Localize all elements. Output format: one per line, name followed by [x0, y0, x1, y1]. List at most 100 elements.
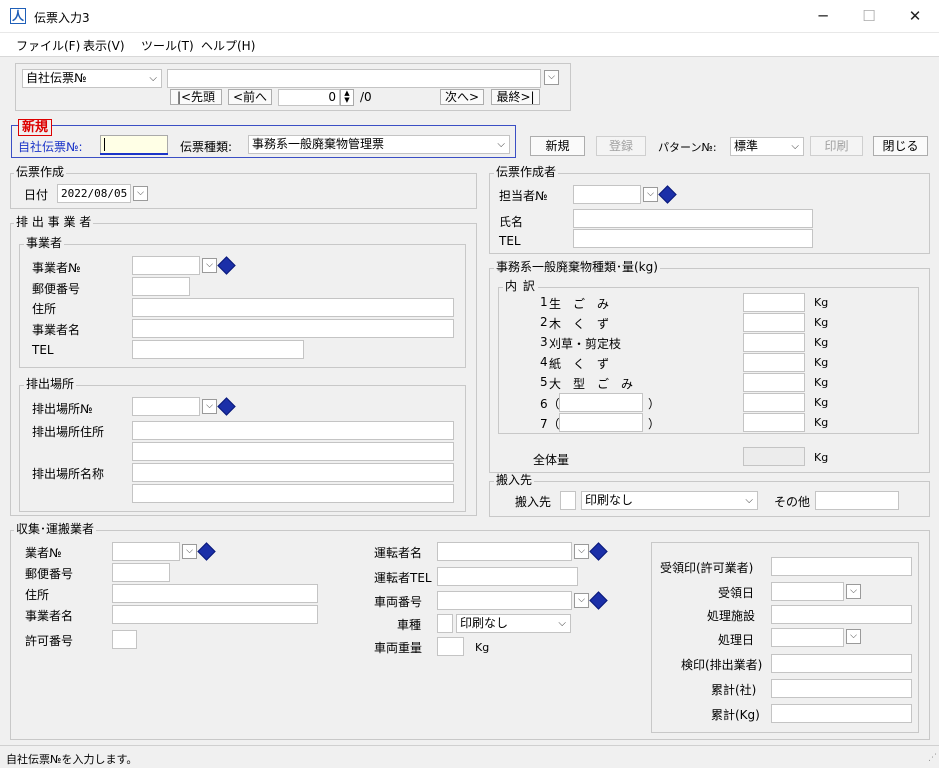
- waste-item-no: 2: [540, 315, 548, 329]
- vehicle-no-dropdown[interactable]: ⌵: [574, 593, 589, 608]
- received-date-dropdown[interactable]: ⌵: [846, 584, 861, 599]
- site-lookup-icon[interactable]: [217, 397, 236, 416]
- site-address-input-1[interactable]: [132, 421, 454, 440]
- creator-name-input[interactable]: [573, 209, 813, 228]
- resize-grip-icon[interactable]: ⋰: [928, 753, 937, 763]
- custom-item-input[interactable]: [743, 413, 805, 432]
- slip-kind-label: 伝票種類:: [180, 140, 233, 154]
- vehicle-weight-input[interactable]: [437, 637, 464, 656]
- vehicle-type-code-input[interactable]: [437, 614, 453, 633]
- slip-type-select[interactable]: 自社伝票№ ⌵: [22, 69, 162, 88]
- business-address-input[interactable]: [132, 298, 454, 317]
- received-date-input[interactable]: [771, 582, 844, 601]
- business-tel-label: TEL: [32, 343, 54, 357]
- business-tel-input[interactable]: [132, 340, 304, 359]
- slip-no-input[interactable]: [100, 135, 168, 154]
- waste-item-unit: Kg: [814, 376, 829, 389]
- business-no-dropdown[interactable]: ⌵: [202, 258, 217, 273]
- permit-input[interactable]: [112, 630, 137, 649]
- chevron-down-icon: ⌵: [791, 141, 799, 152]
- staff-no-dropdown[interactable]: ⌵: [643, 187, 658, 202]
- slip-creation-legend: 伝票作成: [14, 165, 67, 179]
- page-spinner[interactable]: ▲ ▼: [340, 89, 354, 106]
- business-lookup-icon[interactable]: [217, 256, 236, 275]
- waste-item-input[interactable]: [743, 293, 805, 312]
- processed-date-dropdown[interactable]: ⌵: [846, 629, 861, 644]
- custom-item-input[interactable]: [743, 393, 805, 412]
- custom-item-name-input[interactable]: [559, 393, 643, 412]
- seal-input[interactable]: [771, 557, 912, 576]
- date-dropdown[interactable]: ⌵: [133, 186, 148, 201]
- business-name-label: 事業者名: [32, 323, 81, 337]
- transporter-no-dropdown[interactable]: ⌵: [182, 544, 197, 559]
- menu-view[interactable]: 表示(V): [83, 37, 125, 54]
- waste-item-input[interactable]: [743, 313, 805, 332]
- waste-item-no: 1: [540, 295, 548, 309]
- driver-dropdown[interactable]: ⌵: [574, 544, 589, 559]
- site-address-input-2[interactable]: [132, 442, 454, 461]
- business-postal-input[interactable]: [132, 277, 190, 296]
- status-text: 自社伝票№を入力します。: [6, 753, 138, 766]
- inspect-input[interactable]: [771, 654, 912, 673]
- menu-tools[interactable]: ツール(T): [141, 37, 194, 54]
- next-button[interactable]: 次へ>: [440, 89, 484, 105]
- close-window-button[interactable]: ✕: [892, 0, 938, 33]
- waste-item-no: 3: [540, 335, 548, 349]
- other-input[interactable]: [815, 491, 899, 510]
- register-button[interactable]: 登録: [596, 136, 646, 156]
- transporter-name-label: 事業者名: [25, 609, 74, 623]
- business-no-label: 事業者№: [32, 261, 81, 275]
- transporter-no-input[interactable]: [112, 542, 180, 561]
- facility-label: 処理施設: [707, 609, 756, 623]
- driver-lookup-icon[interactable]: [589, 542, 608, 561]
- cumulative-kg-input[interactable]: [771, 704, 912, 723]
- creator-tel-input[interactable]: [573, 229, 813, 248]
- close-button[interactable]: 閉じる: [873, 136, 928, 156]
- print-button[interactable]: 印刷: [810, 136, 863, 156]
- breakdown-legend: 内 訳: [503, 279, 538, 293]
- destination-print-select[interactable]: 印刷なし ⌵: [581, 491, 758, 510]
- pattern-select[interactable]: 標準 ⌵: [730, 137, 804, 156]
- processed-date-input[interactable]: [771, 628, 844, 647]
- vehicle-type-print-select[interactable]: 印刷なし ⌵: [456, 614, 571, 633]
- first-button[interactable]: |<先頭: [170, 89, 222, 105]
- transporter-address-input[interactable]: [112, 584, 318, 603]
- menu-file[interactable]: ファイル(F): [16, 37, 80, 54]
- new-button[interactable]: 新規: [530, 136, 585, 156]
- site-no-input[interactable]: [132, 397, 200, 416]
- site-name-input-2[interactable]: [132, 484, 454, 503]
- staff-no-input[interactable]: [573, 185, 641, 204]
- driver-tel-input[interactable]: [437, 567, 578, 586]
- cumulative-company-input[interactable]: [771, 679, 912, 698]
- site-no-dropdown[interactable]: ⌵: [202, 399, 217, 414]
- transporter-name-input[interactable]: [112, 605, 318, 624]
- waste-item-input[interactable]: [743, 333, 805, 352]
- vehicle-lookup-icon[interactable]: [589, 591, 608, 610]
- maximize-button[interactable]: ☐: [846, 0, 892, 33]
- prev-button[interactable]: <前へ: [228, 89, 272, 105]
- menu-help[interactable]: ヘルプ(H): [201, 37, 255, 54]
- waste-item-input[interactable]: [743, 353, 805, 372]
- mode-title: 新規: [18, 119, 53, 136]
- staff-lookup-icon[interactable]: [658, 185, 677, 204]
- driver-input[interactable]: [437, 542, 572, 561]
- business-name-input[interactable]: [132, 319, 454, 338]
- waste-item-input[interactable]: [743, 373, 805, 392]
- transporter-lookup-icon[interactable]: [197, 542, 216, 561]
- page-number-input[interactable]: 0: [278, 89, 340, 106]
- last-button[interactable]: 最終>|: [491, 89, 540, 105]
- custom-item-name-input[interactable]: [559, 413, 643, 432]
- minimize-button[interactable]: ─: [800, 0, 846, 33]
- date-input[interactable]: 2022/08/05: [57, 184, 131, 203]
- destination-code-input[interactable]: [560, 491, 576, 510]
- slip-search-combo[interactable]: [167, 69, 541, 88]
- business-no-input[interactable]: [132, 256, 200, 275]
- site-name-input-1[interactable]: [132, 463, 454, 482]
- transporter-postal-input[interactable]: [112, 563, 170, 582]
- vehicle-no-input[interactable]: [437, 591, 572, 610]
- facility-input[interactable]: [771, 605, 912, 624]
- slip-search-dropdown[interactable]: ⌵: [544, 70, 559, 85]
- page-total: /0: [360, 90, 372, 104]
- slip-kind-select[interactable]: 事務系一般廃棄物管理票 ⌵: [248, 135, 510, 154]
- custom-item-prefix: 6（: [540, 397, 560, 411]
